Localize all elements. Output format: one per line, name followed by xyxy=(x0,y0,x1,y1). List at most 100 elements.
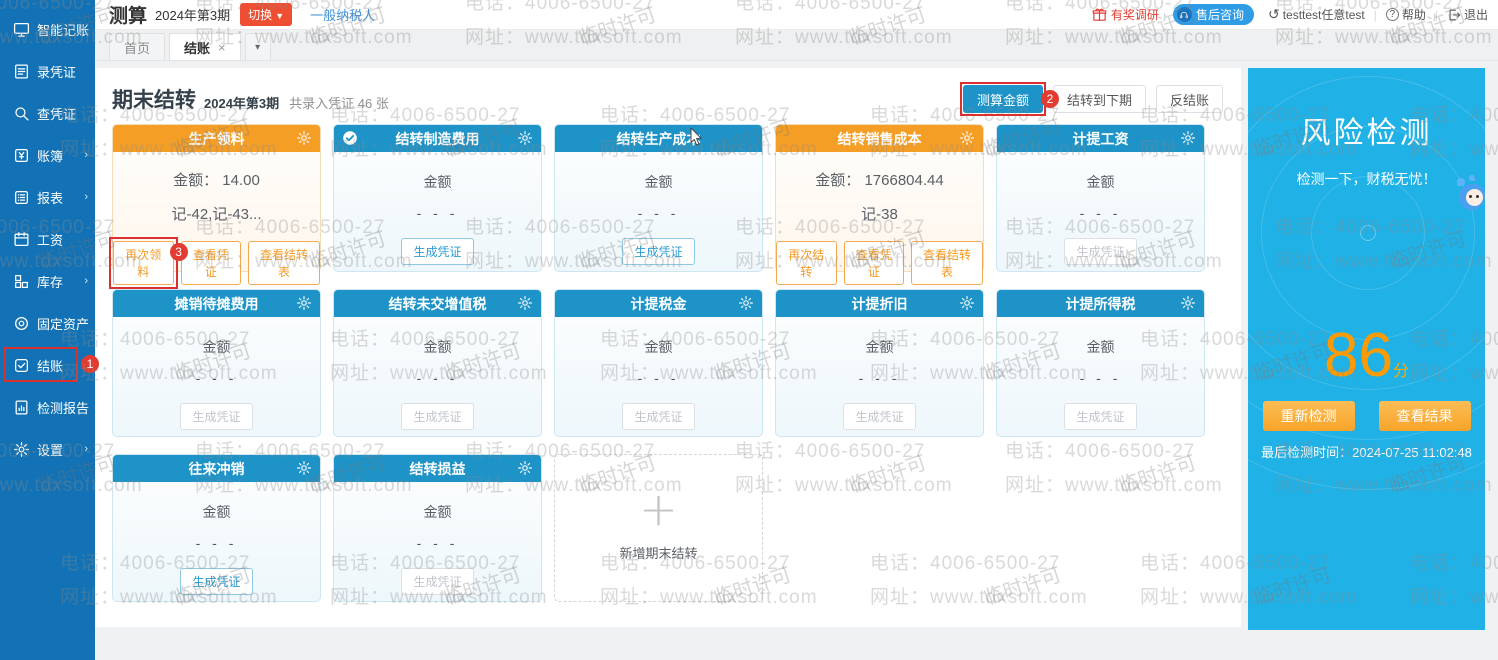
asset-icon xyxy=(13,315,30,332)
sidebar-item-8[interactable]: 固定资产 xyxy=(0,302,95,344)
action-button-3[interactable]: 反结账 xyxy=(1156,85,1223,113)
account-switcher[interactable]: ↺ testtest任意test xyxy=(1268,6,1365,23)
close-icon[interactable]: × xyxy=(218,40,226,55)
sidebar-item-6[interactable]: 工资 xyxy=(0,218,95,260)
gear-icon[interactable] xyxy=(517,130,533,146)
salary-icon xyxy=(13,231,30,248)
gear-icon[interactable] xyxy=(517,460,533,476)
card-button[interactable]: 再次结转 xyxy=(776,241,837,285)
card-header: 计提税金 xyxy=(555,290,762,317)
carryover-card: 计提税金金额 - - - 生成凭证 xyxy=(554,289,763,437)
logout-icon xyxy=(1447,8,1461,22)
tab-list-dropdown[interactable]: ▾ xyxy=(245,33,271,60)
card-button[interactable]: 生成凭证 xyxy=(622,403,694,430)
carryover-card: 结转生产成本金额- - -生成凭证 xyxy=(554,124,763,272)
card-button[interactable]: 生成凭证 xyxy=(401,238,473,265)
card-button-wrap: 查看结转表 xyxy=(248,241,320,285)
tab-closing[interactable]: 结账× xyxy=(169,33,241,60)
card-button[interactable]: 生成凭证 xyxy=(401,568,473,595)
gear-icon[interactable] xyxy=(1180,130,1196,146)
card-button-wrap: 查看凭证 xyxy=(181,241,242,285)
logout-button[interactable]: 退出 xyxy=(1447,6,1488,23)
amount-detail: - - - xyxy=(334,535,541,551)
card-button[interactable]: 生成凭证 xyxy=(180,403,252,430)
card-button[interactable]: 生成凭证 xyxy=(1064,238,1136,265)
card-title: 往来冲销 xyxy=(189,459,245,479)
gear-icon[interactable] xyxy=(296,295,312,311)
card-button-wrap: 生成凭证 xyxy=(843,403,915,430)
card-header: 计提工资 xyxy=(997,125,1204,152)
ledger-icon xyxy=(13,147,30,164)
annotation-badge: 2 xyxy=(1041,90,1059,108)
headset-icon xyxy=(1177,7,1192,22)
gear-icon xyxy=(13,441,30,458)
help-button[interactable]: ? 帮助 xyxy=(1386,6,1426,23)
card-button[interactable]: 查看凭证 xyxy=(844,241,905,285)
divider: | xyxy=(1435,8,1438,22)
view-result-button[interactable]: 查看结果 xyxy=(1379,401,1471,431)
sidebar-item-2[interactable]: 录凭证 xyxy=(0,50,95,92)
sidebar-item-5[interactable]: 报表› xyxy=(0,176,95,218)
gear-icon[interactable] xyxy=(738,295,754,311)
arrow-right-icon: › xyxy=(84,191,88,203)
card-button[interactable]: 生成凭证 xyxy=(180,568,252,595)
card-button-wrap: 生成凭证 xyxy=(622,238,694,265)
card-buttons: 生成凭证 xyxy=(113,403,320,430)
sidebar-item-label: 检测报告 xyxy=(37,398,89,417)
card-body: 金额- - -生成凭证 xyxy=(997,337,1204,430)
gear-icon[interactable] xyxy=(959,130,975,146)
amount-detail: - - - xyxy=(555,370,762,386)
amount-detail: - - - xyxy=(334,370,541,386)
sidebar-item-10[interactable]: 检测报告 xyxy=(0,386,95,428)
gear-icon[interactable] xyxy=(296,130,312,146)
survey-link[interactable]: 有奖调研 xyxy=(1092,6,1159,23)
radar-center xyxy=(1360,225,1376,241)
card-button[interactable]: 查看凭证 xyxy=(181,241,242,285)
card-buttons: 生成凭证 xyxy=(997,403,1204,430)
voucher-count: 共录入凭证 46 张 xyxy=(289,93,389,112)
action-button-1[interactable]: 测算金额 xyxy=(963,85,1043,113)
sidebar-item-4[interactable]: 账簿› xyxy=(0,134,95,176)
card-button[interactable]: 再次领料 xyxy=(113,241,174,285)
card-button-wrap: 生成凭证 xyxy=(401,568,473,595)
amount-label: 金额 xyxy=(555,337,762,357)
after-sales-support-button[interactable]: 售后咨询 xyxy=(1173,4,1254,25)
add-carryover-card[interactable]: +新增期末结转 xyxy=(554,454,763,602)
card-header: 计提所得税 xyxy=(997,290,1204,317)
tab-home[interactable]: 首页 xyxy=(109,33,165,60)
arrow-right-icon: › xyxy=(84,275,88,287)
report-icon xyxy=(13,189,30,206)
chevron-down-icon: ▼ xyxy=(275,11,284,21)
divider: | xyxy=(1374,8,1377,22)
card-body: 金额- - -生成凭证 xyxy=(555,172,762,265)
card-button-wrap: 生成凭证 xyxy=(622,403,694,430)
card-title: 结转制造费用 xyxy=(396,129,480,149)
sidebar-item-3[interactable]: 查凭证 xyxy=(0,92,95,134)
card-button-wrap: 再次结转 xyxy=(776,241,837,285)
card-title: 摊销待摊费用 xyxy=(175,294,259,314)
sidebar-item-11[interactable]: 设置› xyxy=(0,428,95,470)
sidebar-item-9[interactable]: 结账1 xyxy=(0,344,95,386)
gear-icon[interactable] xyxy=(1180,295,1196,311)
gear-icon[interactable] xyxy=(296,460,312,476)
card-button[interactable]: 生成凭证 xyxy=(622,238,694,265)
gift-icon xyxy=(1092,7,1107,22)
action-wrap: 反结账 xyxy=(1156,85,1223,113)
gear-icon[interactable] xyxy=(959,295,975,311)
sidebar-item-1[interactable]: 智能记账 xyxy=(0,8,95,50)
recheck-button[interactable]: 重新检测 xyxy=(1263,401,1355,431)
sidebar-item-7[interactable]: 库存› xyxy=(0,260,95,302)
card-body: 金额： 14.00记-42,记-43...再次领料3查看凭证查看结转表 xyxy=(113,169,320,285)
action-button-2[interactable]: 结转到下期 xyxy=(1053,85,1146,113)
card-button[interactable]: 生成凭证 xyxy=(1064,403,1136,430)
gear-icon[interactable] xyxy=(517,295,533,311)
switch-period-button[interactable]: 切换▼ xyxy=(240,3,292,26)
card-button[interactable]: 生成凭证 xyxy=(401,403,473,430)
card-buttons: 生成凭证 xyxy=(334,403,541,430)
taxpayer-type-link[interactable]: 一般纳税人 xyxy=(310,5,375,24)
card-button[interactable]: 查看结转表 xyxy=(248,241,320,285)
card-header: 摊销待摊费用 xyxy=(113,290,320,317)
card-button[interactable]: 查看结转表 xyxy=(911,241,983,285)
card-button[interactable]: 生成凭证 xyxy=(843,403,915,430)
risk-panel-buttons: 重新检测 查看结果 xyxy=(1248,401,1485,431)
